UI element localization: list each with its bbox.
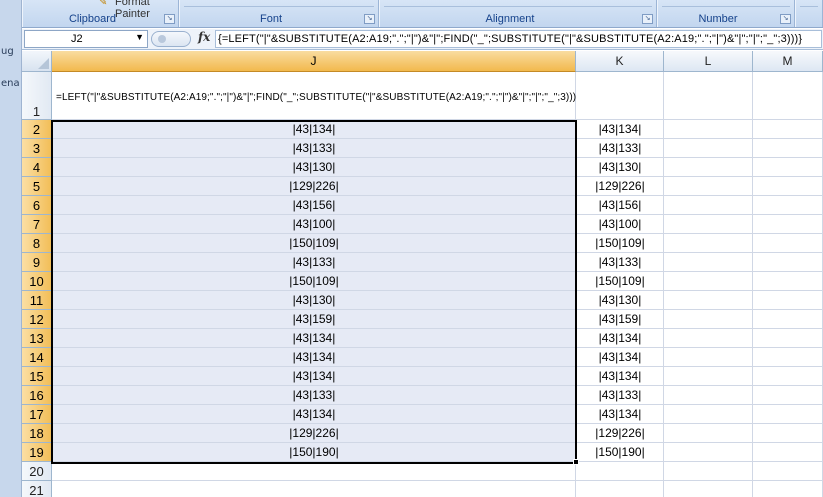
row-header-3[interactable]: 3	[22, 139, 52, 158]
ribbon: ✎ Format Painter Clipboard ↘ Font ↘ Alig…	[22, 0, 823, 28]
left-edge-text: ena	[1, 78, 20, 89]
column-header-l[interactable]: L	[664, 51, 753, 72]
row-header-4[interactable]: 4	[22, 158, 52, 177]
dialog-launcher-icon[interactable]: ↘	[780, 14, 791, 24]
insert-function-button[interactable]: fx	[198, 30, 210, 44]
ribbon-group-alignment: Alignment ↘	[379, 0, 657, 27]
row-header-17[interactable]: 17	[22, 405, 52, 424]
cell-k11[interactable]: |43|130|	[576, 291, 664, 310]
formula-bar-splitter[interactable]	[151, 31, 191, 47]
row-header-13[interactable]: 13	[22, 329, 52, 348]
column-header-m[interactable]: M	[753, 51, 823, 72]
ribbon-group-label: Alignment	[485, 13, 535, 25]
row-header-12[interactable]: 12	[22, 310, 52, 329]
row-header-10[interactable]: 10	[22, 272, 52, 291]
cell-k13[interactable]: |43|134|	[576, 329, 664, 348]
fill-handle[interactable]	[573, 459, 579, 465]
ribbon-controls-row	[662, 0, 790, 7]
column-header-j[interactable]: J	[52, 51, 576, 72]
select-all-button[interactable]	[22, 51, 52, 72]
chevron-down-icon[interactable]: ▼	[135, 32, 144, 42]
column-header-k[interactable]: K	[576, 51, 664, 72]
gridline	[52, 480, 823, 481]
row-header-16[interactable]: 16	[22, 386, 52, 405]
cell-k14[interactable]: |43|134|	[576, 348, 664, 367]
selection-border	[51, 120, 577, 464]
formula-input[interactable]: {=LEFT("|"&SUBSTITUTE(A2:A19;".";"|")&"|…	[215, 30, 822, 48]
row-header-18[interactable]: 18	[22, 424, 52, 443]
ribbon-group-label: Clipboard	[68, 13, 117, 25]
splitter-dot-icon	[158, 35, 166, 43]
row-header-2[interactable]: 2	[22, 120, 52, 139]
dialog-launcher-icon[interactable]: ↘	[364, 14, 375, 24]
cell-k6[interactable]: |43|156|	[576, 196, 664, 215]
cell-k18[interactable]: |129|226|	[576, 424, 664, 443]
cell-k2[interactable]: |43|134|	[576, 120, 664, 139]
ribbon-controls-row	[384, 0, 652, 7]
row-header-1[interactable]: 1	[22, 72, 52, 120]
name-box-value: J2	[71, 33, 83, 45]
row-header-9[interactable]: 9	[22, 253, 52, 272]
window-left-edge: ug ena	[0, 0, 22, 497]
row-header-14[interactable]: 14	[22, 348, 52, 367]
row-header-8[interactable]: 8	[22, 234, 52, 253]
cell-k19[interactable]: |150|190|	[576, 443, 664, 462]
cell-j1[interactable]: =LEFT("|"&SUBSTITUTE(A2:A19;".";"|")&"|"…	[56, 92, 576, 103]
row-header-7[interactable]: 7	[22, 215, 52, 234]
ribbon-group-font: Font ↘	[179, 0, 379, 27]
row-header-19[interactable]: 19	[22, 443, 52, 462]
cell-k3[interactable]: |43|133|	[576, 139, 664, 158]
row-header-11[interactable]: 11	[22, 291, 52, 310]
cell-k9[interactable]: |43|133|	[576, 253, 664, 272]
ribbon-group-styles	[795, 0, 823, 27]
ribbon-controls-row	[800, 0, 818, 7]
cell-k8[interactable]: |150|109|	[576, 234, 664, 253]
cell-k12[interactable]: |43|159|	[576, 310, 664, 329]
cell-k5[interactable]: |129|226|	[576, 177, 664, 196]
ribbon-group-label: Number	[698, 13, 738, 25]
left-edge-text: ug	[1, 46, 14, 57]
cell-k10[interactable]: |150|109|	[576, 272, 664, 291]
cell-k17[interactable]: |43|134|	[576, 405, 664, 424]
row-header-20[interactable]: 20	[22, 462, 52, 481]
row-header-21[interactable]: 21	[22, 481, 52, 497]
select-all-icon	[38, 58, 49, 69]
worksheet-grid[interactable]: JKLM 1 2 3 4 5 6 7 8 9 10 11 12 13 14 15 16 17 18 19 20 21 =…	[22, 51, 823, 497]
formula-bar: J2 ▼ fx {=LEFT("|"&SUBSTITUTE(A2:A19;"."…	[22, 29, 823, 50]
ribbon-group-clipboard: ✎ Format Painter Clipboard ↘	[22, 0, 179, 27]
cell-k15[interactable]: |43|134|	[576, 367, 664, 386]
row-header-15[interactable]: 15	[22, 367, 52, 386]
cell-k7[interactable]: |43|100|	[576, 215, 664, 234]
ribbon-controls-row	[184, 0, 374, 7]
dialog-launcher-icon[interactable]: ↘	[164, 14, 175, 24]
row-header-5[interactable]: 5	[22, 177, 52, 196]
ribbon-group-number: Number ↘	[657, 0, 795, 27]
ribbon-group-label: Font	[259, 13, 282, 25]
dialog-launcher-icon[interactable]: ↘	[642, 14, 653, 24]
gridline	[752, 72, 753, 497]
name-box[interactable]: J2 ▼	[24, 30, 148, 48]
row-header-6[interactable]: 6	[22, 196, 52, 215]
format-painter-icon[interactable]: ✎	[99, 0, 111, 8]
cell-k16[interactable]: |43|133|	[576, 386, 664, 405]
cell-k4[interactable]: |43|130|	[576, 158, 664, 177]
